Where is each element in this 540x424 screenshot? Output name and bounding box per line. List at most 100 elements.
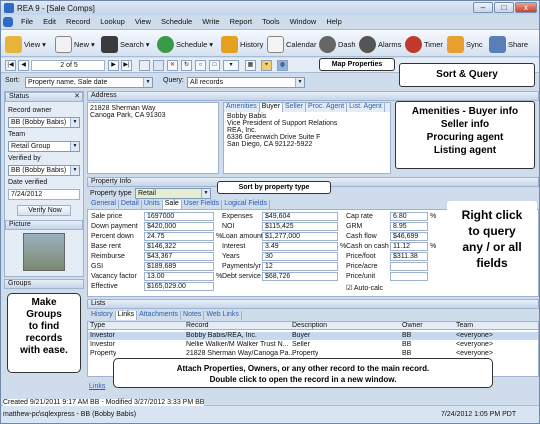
- column-team[interactable]: Team: [456, 322, 473, 330]
- links-tab-bottom[interactable]: Links: [89, 383, 105, 390]
- verify-now-button[interactable]: Verify Now: [17, 205, 71, 216]
- map-properties-icon[interactable]: ⌖: [261, 60, 272, 71]
- column-description[interactable]: Description: [292, 322, 327, 330]
- sale-field-input[interactable]: 13.00: [144, 272, 214, 281]
- menu-write[interactable]: Write: [197, 17, 224, 26]
- sale-field-input[interactable]: $146,322: [144, 242, 214, 251]
- maximize-button[interactable]: □: [494, 2, 514, 13]
- lists-header[interactable]: Lists: [87, 299, 539, 309]
- record-owner-dropdown[interactable]: BB (Bobby Babis) ▼: [8, 117, 80, 128]
- search-button[interactable]: Search ▾: [101, 33, 150, 55]
- history-button[interactable]: History: [221, 33, 263, 55]
- app-menu-icon[interactable]: [3, 16, 13, 27]
- tab-proc-agent[interactable]: Proc. Agent: [306, 103, 348, 112]
- globe-icon[interactable]: ◍: [277, 60, 288, 71]
- new-button[interactable]: New ▾: [55, 33, 95, 55]
- column-type[interactable]: Type: [90, 322, 105, 330]
- share-button[interactable]: Share: [489, 33, 528, 55]
- minimize-button[interactable]: –: [473, 2, 493, 13]
- tab-history[interactable]: History: [89, 311, 116, 320]
- tab-logical-fields[interactable]: Logical Fields: [222, 200, 270, 209]
- sale-field-input[interactable]: 12: [262, 262, 338, 271]
- sale-field-input[interactable]: $420,000: [144, 222, 214, 231]
- prev-record-button[interactable]: ◀: [18, 60, 29, 71]
- tab-user-fields[interactable]: User Fields: [182, 200, 223, 209]
- sale-field-input[interactable]: 1697000: [144, 212, 214, 221]
- tab-seller[interactable]: Seller: [283, 103, 306, 112]
- sale-field-input[interactable]: $311.38: [390, 252, 428, 261]
- sale-field-input[interactable]: 6.80: [390, 212, 428, 221]
- refresh-icon[interactable]: ↻: [181, 60, 192, 71]
- record-type-icon[interactable]: ▾: [223, 60, 239, 71]
- menu-tools[interactable]: Tools: [257, 17, 285, 26]
- table-row[interactable]: Investor Bobby Babis/REA, Inc. Buyer BB <eve…: [88, 332, 538, 340]
- column-record[interactable]: Record: [186, 322, 209, 330]
- tab-buyer[interactable]: Buyer: [259, 103, 284, 112]
- groups-header[interactable]: Groups: [4, 279, 84, 289]
- sale-field-input[interactable]: 8.95: [390, 222, 428, 231]
- address-header[interactable]: Address: [87, 91, 539, 101]
- tab-links[interactable]: Links: [115, 311, 138, 320]
- tab-sale[interactable]: Sale: [162, 200, 182, 209]
- tab-general[interactable]: General: [89, 200, 119, 209]
- sale-field-input[interactable]: $49,604: [262, 212, 338, 221]
- sale-field-input[interactable]: [390, 262, 428, 271]
- sale-field-input[interactable]: $46,699: [390, 232, 428, 241]
- tab-detail[interactable]: Detail: [119, 200, 142, 209]
- sale-field-input[interactable]: [390, 272, 428, 281]
- sale-field-input[interactable]: $165,029.00: [144, 282, 214, 291]
- sale-field-input[interactable]: 30: [262, 252, 338, 261]
- last-record-button[interactable]: ▶|: [121, 60, 132, 71]
- property-type-dropdown[interactable]: Retail ▼: [135, 188, 211, 199]
- timer-button[interactable]: Timer: [405, 33, 443, 55]
- menu-help[interactable]: Help: [321, 17, 346, 26]
- save-icon[interactable]: [153, 60, 164, 71]
- delete-icon[interactable]: ✕: [167, 60, 178, 71]
- tab-web-links[interactable]: Web Links: [204, 311, 242, 320]
- menu-lookup[interactable]: Lookup: [95, 17, 130, 26]
- auto-calc-checkbox[interactable]: ☑ Auto-calc: [346, 284, 383, 292]
- tab-amenities[interactable]: Amenities: [224, 103, 260, 112]
- tab-list-agent[interactable]: List. Agent: [347, 103, 385, 112]
- sort-dropdown[interactable]: Property name, Sale date ▼: [25, 77, 153, 88]
- menu-edit[interactable]: Edit: [38, 17, 61, 26]
- table-row[interactable]: Investor Nellie Walker/M Walker Trust N..…: [88, 341, 538, 349]
- first-record-button[interactable]: |◀: [5, 60, 16, 71]
- sale-field-input[interactable]: 3.49: [262, 242, 338, 251]
- sale-field-input[interactable]: 24.75: [144, 232, 214, 241]
- query-dropdown[interactable]: All records ▼: [187, 77, 305, 88]
- menu-view[interactable]: View: [130, 17, 156, 26]
- tab-units[interactable]: Units: [142, 200, 163, 209]
- address-box[interactable]: 21828 Sherman Way Canoga Park, CA 91303: [87, 102, 219, 174]
- tab-attachments[interactable]: Attachments: [137, 311, 182, 320]
- menu-record[interactable]: Record: [61, 17, 95, 26]
- print-icon[interactable]: ▦: [245, 60, 256, 71]
- sale-field-input[interactable]: $43,367: [144, 252, 214, 261]
- sale-field-input[interactable]: $1,277,000: [262, 232, 338, 241]
- table-row[interactable]: Property 21828 Sherman Way/Canoga Pa... Pr…: [88, 350, 538, 358]
- column-owner[interactable]: Owner: [402, 322, 423, 330]
- sync-button[interactable]: Sync: [447, 33, 483, 55]
- edit-icon[interactable]: [139, 60, 150, 71]
- sale-field-input[interactable]: $115,425: [262, 222, 338, 231]
- menu-window[interactable]: Window: [285, 17, 322, 26]
- menu-report[interactable]: Report: [225, 17, 258, 26]
- verified-by-dropdown[interactable]: BB (Bobby Babis) ▼: [8, 165, 80, 176]
- alarms-button[interactable]: Alarms: [359, 33, 401, 55]
- sale-field-input[interactable]: 11.12: [390, 242, 428, 251]
- close-icon[interactable]: ✕: [74, 93, 80, 101]
- undo-icon[interactable]: ○: [195, 60, 206, 71]
- team-dropdown[interactable]: Retail Group ▼: [8, 141, 80, 152]
- menu-schedule[interactable]: Schedule: [156, 17, 197, 26]
- close-button[interactable]: x: [515, 2, 537, 13]
- dash-button[interactable]: Dash: [319, 33, 356, 55]
- sale-field-input[interactable]: $68,726: [262, 272, 338, 281]
- record-icon[interactable]: □: [209, 60, 220, 71]
- view-button[interactable]: View ▾: [5, 33, 46, 55]
- schedule-button[interactable]: Schedule ▾: [157, 33, 213, 55]
- date-verified-field[interactable]: 7/24/2012: [8, 189, 80, 200]
- calendar-button[interactable]: Calendar: [267, 33, 316, 55]
- menu-file[interactable]: File: [16, 17, 38, 26]
- tab-notes[interactable]: Notes: [181, 311, 205, 320]
- next-record-button[interactable]: ▶: [108, 60, 119, 71]
